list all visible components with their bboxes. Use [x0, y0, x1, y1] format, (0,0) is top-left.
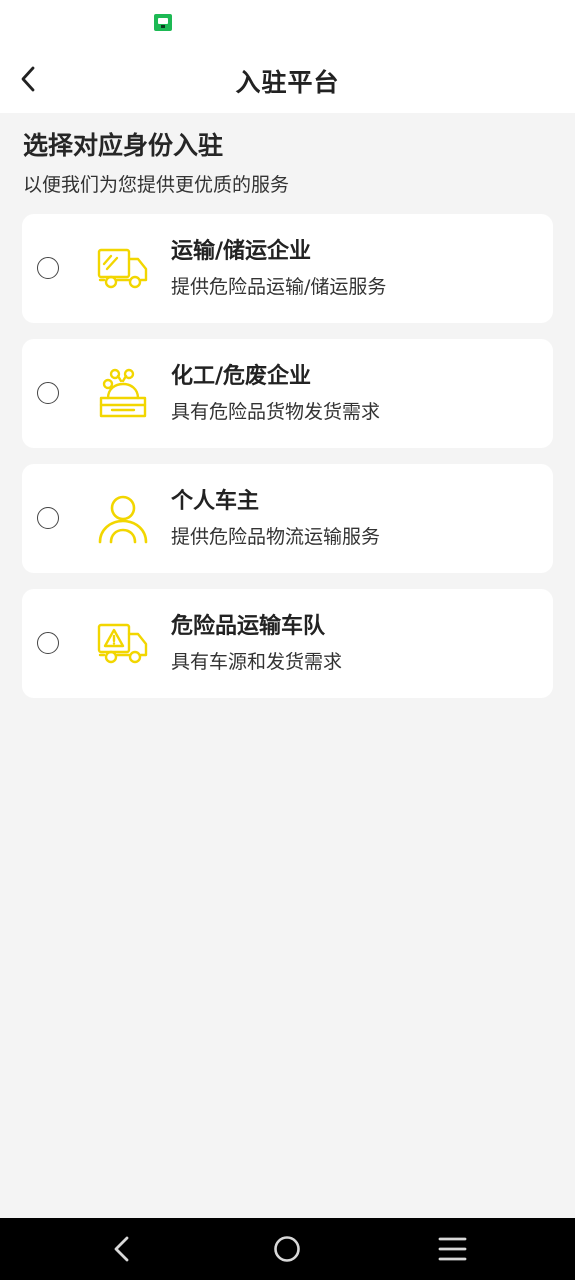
radio-button[interactable] — [37, 632, 59, 654]
option-description: 提供危险品运输/储运服务 — [171, 276, 387, 298]
option-description: 具有危险品货物发货需求 — [171, 401, 381, 423]
option-individual-owner[interactable]: 个人车主 提供危险品物流运输服务 — [22, 464, 553, 573]
option-title: 危险品运输车队 — [171, 614, 326, 639]
radio-button[interactable] — [37, 507, 59, 529]
nav-menu-icon — [438, 1237, 467, 1261]
option-chemical-company[interactable]: 化工/危废企业 具有危险品货物发货需求 — [22, 339, 553, 448]
hazard-truck-icon — [96, 617, 150, 671]
truck-icon — [96, 242, 150, 296]
nav-home-icon — [274, 1236, 300, 1262]
person-icon — [96, 492, 150, 546]
option-transport-company[interactable]: 运输/储运企业 提供危险品运输/储运服务 — [22, 214, 553, 323]
page-title: 入驻平台 — [235, 68, 340, 97]
app-header: 入驻平台 — [0, 45, 575, 113]
option-hazmat-fleet[interactable]: 危险品运输车队 具有车源和发货需求 — [22, 589, 553, 698]
option-description: 具有车源和发货需求 — [171, 651, 343, 673]
radio-button[interactable] — [37, 382, 59, 404]
intro-title: 选择对应身份入驻 — [23, 131, 224, 160]
system-navigation-bar — [0, 1218, 575, 1280]
status-bar — [0, 0, 575, 45]
chemical-factory-icon — [96, 367, 150, 421]
nav-back-button[interactable] — [102, 1230, 142, 1268]
intro-subtitle: 以便我们为您提供更优质的服务 — [23, 174, 290, 196]
nav-back-icon — [114, 1236, 129, 1262]
intro-section: 选择对应身份入驻 以便我们为您提供更优质的服务 — [23, 128, 553, 198]
option-title: 个人车主 — [171, 489, 260, 514]
option-title: 化工/危废企业 — [171, 364, 312, 389]
option-title: 运输/储运企业 — [171, 239, 312, 264]
radio-button[interactable] — [37, 257, 59, 279]
app-notification-icon — [154, 14, 172, 31]
nav-home-button[interactable] — [267, 1230, 307, 1268]
identity-option-list: 运输/储运企业 提供危险品运输/储运服务 化工/危废企业 具有危险品货物发货需求 — [22, 214, 553, 714]
option-description: 提供危险品物流运输服务 — [171, 526, 381, 548]
nav-menu-button[interactable] — [433, 1230, 473, 1268]
